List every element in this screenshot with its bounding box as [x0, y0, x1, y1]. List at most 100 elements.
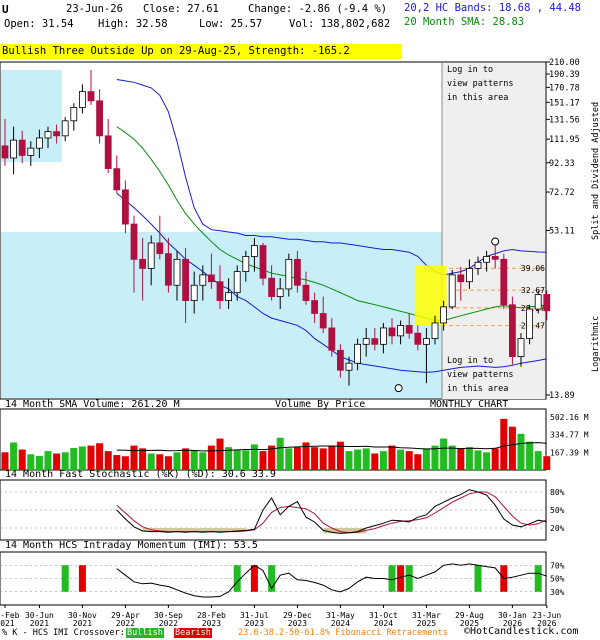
price-axis-label: 53.11 [549, 227, 575, 237]
candle-body [448, 274, 456, 308]
candle-body [79, 91, 86, 108]
candle-body [431, 322, 439, 340]
x-axis-year-label: 2025 [417, 619, 436, 628]
x-axis-year-label: 2021 [73, 619, 92, 628]
volume-bar [362, 448, 370, 470]
chart-root: Log in to view patterns in this area Log in… [0, 0, 600, 640]
candle-body [87, 91, 95, 102]
x-axis-year-label: 2022 [116, 619, 135, 628]
candle-body [336, 349, 344, 371]
volume-bar [147, 453, 155, 470]
candle-body [1, 145, 9, 159]
candle-body [207, 274, 215, 283]
stoch-axis-label: 50% [550, 506, 565, 515]
imi-axis-label: 50% [550, 575, 565, 584]
imi-bullish-marker [474, 565, 482, 592]
fib-level-label: 24.47 [521, 322, 545, 331]
volume-bar [345, 451, 353, 470]
volume-bar [483, 452, 491, 470]
volume-bar [285, 448, 293, 470]
candle-body [70, 107, 78, 122]
volume-axis-label: 167.39 M [550, 448, 589, 457]
candle-body [483, 256, 491, 263]
x-axis-year-label: 2023 [288, 619, 307, 628]
volume-bar [319, 448, 327, 470]
watermark-top-line: in this area [447, 93, 508, 103]
price-axis-label: 190.39 [549, 70, 580, 80]
x-axis-year-label: 2022 [159, 619, 178, 628]
volume-bar [199, 452, 207, 470]
volume-axis-label: 502.16 M [550, 413, 589, 422]
candle-body [156, 242, 164, 255]
candle-body [250, 245, 258, 257]
candle-body [465, 268, 473, 283]
volume-bar [113, 455, 121, 470]
volume-bar [508, 426, 516, 470]
volume-bar [44, 451, 52, 470]
volume-bar [18, 449, 26, 470]
candle-body [147, 242, 155, 269]
volume-bar [397, 449, 405, 470]
candlestick-chart: Log in to view patterns in this area Log in… [0, 58, 600, 628]
imi-bearish-marker [78, 565, 86, 592]
candle-body [362, 338, 370, 345]
candle-body [508, 304, 516, 357]
volume-axis-label: 334.77 M [550, 431, 589, 440]
imi-bullish-marker [233, 565, 241, 592]
volume-bar [405, 451, 413, 470]
volume-bar [121, 456, 129, 470]
candle-body [199, 274, 207, 286]
volume-bar [87, 445, 95, 470]
volume-bar [130, 445, 138, 470]
candle-body [388, 327, 396, 337]
volume-bar [1, 452, 9, 470]
fib-level-label: 32.67 [521, 286, 545, 295]
candle-body [285, 258, 293, 290]
volume-bar [414, 454, 422, 470]
volume-bar [517, 433, 525, 470]
imi-bullish-marker [534, 565, 542, 592]
candle-body [414, 332, 422, 345]
x-axis-year-label: 2021 [0, 619, 15, 628]
volume-bar [448, 445, 456, 470]
candle-body [328, 327, 336, 351]
candle-body [18, 139, 26, 156]
volume-bar [96, 443, 104, 470]
volume-bar [190, 450, 198, 470]
volume-bar [500, 418, 508, 470]
candle-body [293, 258, 301, 286]
candle-body [190, 284, 198, 301]
volume-bar [53, 453, 61, 470]
candle-body [457, 274, 465, 283]
volume-bar [474, 450, 482, 470]
x-axis-year-label: 2025 [460, 619, 479, 628]
volume-bar [328, 445, 336, 470]
volume-bar [182, 448, 190, 470]
x-axis-year-label: 2021 [30, 619, 49, 628]
candle-body [474, 261, 482, 269]
volume-bar [465, 447, 473, 470]
candle-body [27, 147, 35, 156]
imi-bearish-marker [397, 565, 405, 592]
candle-body [53, 131, 60, 137]
pivot-high-marker [491, 237, 500, 246]
candle-body [311, 300, 319, 314]
candle-body [36, 137, 43, 149]
candle-body [242, 256, 250, 273]
candle-body [268, 277, 276, 297]
price-axis-label: 151.17 [549, 98, 580, 108]
volume-bar [173, 452, 181, 470]
volume-bar [27, 454, 35, 470]
candle-body [259, 245, 267, 279]
volume-bar [233, 449, 241, 470]
candle-body [44, 131, 52, 139]
volume-bar [164, 456, 172, 470]
volume-bar [526, 441, 534, 470]
candle-body [96, 100, 103, 137]
candle-body [182, 258, 190, 301]
watermark-region [442, 63, 545, 399]
x-axis-year-label: 2023 [245, 619, 264, 628]
volume-bar [379, 451, 387, 470]
imi-bullish-marker [388, 565, 396, 592]
candle-body [302, 284, 310, 301]
